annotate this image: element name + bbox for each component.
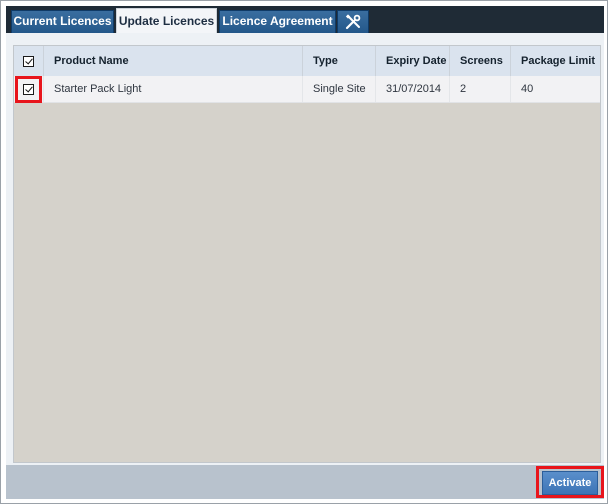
row-checkbox-cell: [14, 76, 44, 102]
row-select-checkbox[interactable]: [23, 83, 34, 95]
activate-button[interactable]: Activate: [542, 471, 598, 495]
tab-licence-agreement[interactable]: Licence Agreement: [219, 10, 336, 33]
tab-current-licences[interactable]: Current Licences: [11, 10, 114, 33]
table-row[interactable]: Starter Pack Light Single Site 31/07/201…: [14, 76, 600, 103]
column-header-package-limit[interactable]: Package Limit: [511, 46, 600, 76]
cell-screens: 2: [450, 76, 511, 102]
tab-update-licences[interactable]: Update Licences: [116, 8, 217, 33]
cell-expiry-date: 31/07/2014: [376, 76, 450, 102]
footer-bar: [6, 465, 604, 499]
cell-type: Single Site: [303, 76, 376, 102]
column-header-product-name[interactable]: Product Name: [44, 46, 303, 76]
grid-header: Product Name Type Expiry Date Screens Pa…: [14, 46, 600, 77]
tab-bar: Current Licences Update Licences Licence…: [6, 6, 604, 33]
select-all-checkbox[interactable]: [23, 55, 34, 67]
licence-window: Current Licences Update Licences Licence…: [0, 0, 608, 504]
tab-tools[interactable]: [337, 10, 369, 33]
column-header-expiry-date[interactable]: Expiry Date: [376, 46, 450, 76]
column-header-screens[interactable]: Screens: [450, 46, 511, 76]
licence-grid: Product Name Type Expiry Date Screens Pa…: [13, 45, 601, 463]
cell-product-name: Starter Pack Light: [44, 76, 303, 102]
cell-package-limit: 40: [521, 83, 534, 95]
tools-icon: [345, 14, 361, 30]
column-header-type[interactable]: Type: [303, 46, 376, 76]
header-checkbox-cell: [14, 46, 44, 76]
